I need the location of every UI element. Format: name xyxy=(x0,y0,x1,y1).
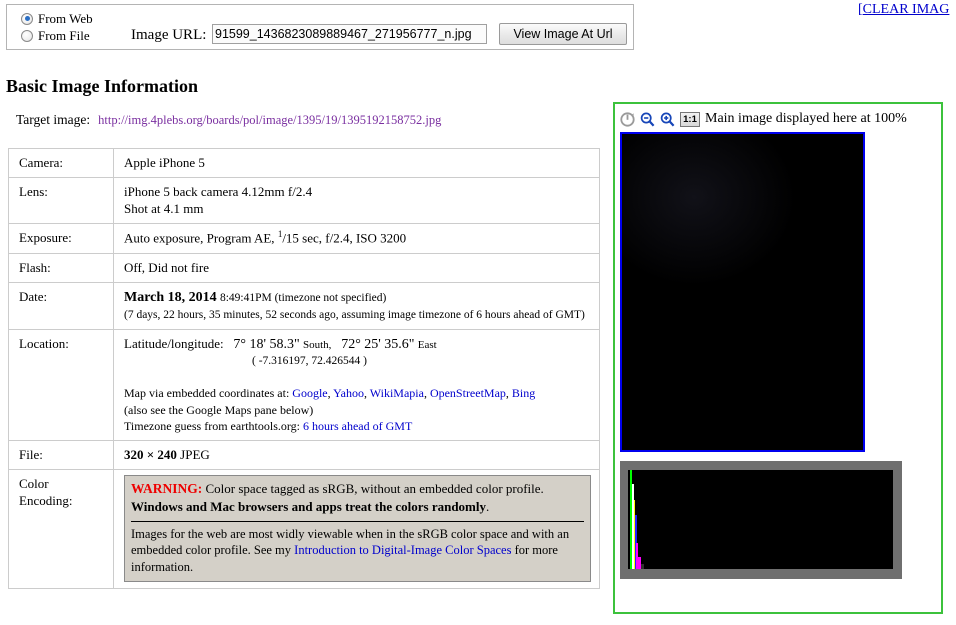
row-key-file: File: xyxy=(8,439,114,471)
exposure-prefix: Auto exposure, Program AE, xyxy=(124,230,275,246)
zoom-out-icon[interactable] xyxy=(639,111,656,128)
longitude-direction: East xyxy=(417,338,437,351)
lens-line-2: Shot at 4.1 mm xyxy=(124,201,204,217)
zoom-one-to-one-button[interactable]: 1:1 xyxy=(680,111,700,127)
main-image-preview[interactable] xyxy=(622,134,863,450)
table-row-file: File: 320 × 240 JPEG xyxy=(8,439,600,471)
map-link-google[interactable]: Google xyxy=(292,386,327,400)
coordinates-block: Latitude/longitude: 7° 18' 58.3" South, … xyxy=(124,335,591,370)
date-text: March 18, 2014 xyxy=(124,290,217,306)
table-row-date: Date: March 18, 2014 8:49:41PM (timezone… xyxy=(8,282,600,330)
row-value-camera: Apple iPhone 5 xyxy=(113,147,600,179)
warning-emphasis: Windows and Mac browsers and apps treat … xyxy=(131,499,486,515)
row-key-color-encoding: Color Encoding: xyxy=(8,469,114,589)
date-time-text: 8:49:41PM (timezone not specified) xyxy=(219,292,387,305)
table-row-camera: Camera: Apple iPhone 5 xyxy=(8,147,600,179)
row-value-color-encoding: WARNING: Color space tagged as sRGB, wit… xyxy=(113,469,600,589)
table-row-lens: Lens: iPhone 5 back camera 4.12mm f/2.4 … xyxy=(8,177,600,225)
row-key-flash: Flash: xyxy=(8,252,114,284)
image-preview-panel: 1:1 Main image displayed here at 100% xyxy=(613,102,943,614)
lens-line-1: iPhone 5 back camera 4.12mm f/2.4 xyxy=(124,184,313,200)
file-format: JPEG xyxy=(180,446,210,462)
table-row-exposure: Exposure: Auto exposure, Program AE, 1/1… xyxy=(8,223,600,254)
zoom-in-icon[interactable] xyxy=(659,111,676,128)
map-pane-note: (also see the Google Maps pane below) xyxy=(124,402,314,417)
warning-label: WARNING: xyxy=(131,481,203,497)
map-links-line: Map via embedded coordinates at: Google,… xyxy=(124,386,536,401)
target-image-label: Target image: xyxy=(16,112,91,127)
row-value-flash: Off, Did not fire xyxy=(113,252,600,284)
row-key-location: Location: xyxy=(8,328,114,441)
map-link-yahoo[interactable]: Yahoo xyxy=(333,386,364,400)
row-value-location: Latitude/longitude: 7° 18' 58.3" South, … xyxy=(113,328,600,441)
row-value-exposure: Auto exposure, Program AE, 1/15 sec, f/2… xyxy=(113,223,600,254)
latlon-label: Latitude/longitude: xyxy=(124,335,224,351)
radio-from-web-label: From Web xyxy=(38,11,93,26)
main-image-preview-frame[interactable] xyxy=(620,132,865,452)
timezone-guess-link[interactable]: 6 hours ahead of GMT xyxy=(303,419,412,433)
histogram-bar xyxy=(640,564,644,569)
color-encoding-key-line-2: Encoding: xyxy=(19,493,73,509)
radio-from-web-mark[interactable] xyxy=(21,12,33,25)
clear-image-link-wrapper: [CLEAR IMAG xyxy=(858,2,949,18)
target-image-url-link[interactable]: http://img.4plebs.org/boards/pol/image/1… xyxy=(98,113,441,127)
image-url-label: Image URL: xyxy=(131,27,207,43)
row-value-date: March 18, 2014 8:49:41PM (timezone not s… xyxy=(113,282,600,330)
target-image-row: Target image: http://img.4plebs.org/board… xyxy=(16,112,441,128)
radio-option-from-file[interactable]: From File xyxy=(21,27,131,44)
preview-caption: Main image displayed here at 100% xyxy=(705,111,907,126)
coordinates-dms-line: Latitude/longitude: 7° 18' 58.3" South, … xyxy=(124,335,591,354)
image-source-bar: From Web From File Image URL: View Image… xyxy=(6,4,634,50)
row-key-date: Date: xyxy=(8,282,114,330)
row-value-lens: iPhone 5 back camera 4.12mm f/2.4 Shot a… xyxy=(113,177,600,225)
table-row-location: Location: Latitude/longitude: 7° 18' 58.… xyxy=(8,328,600,441)
coordinates-decimal: ( -7.316197, 72.426544 ) xyxy=(252,355,367,368)
map-links-block: Map via embedded coordinates at: Google,… xyxy=(124,385,591,434)
reset-rotate-icon[interactable] xyxy=(619,111,636,128)
radio-option-from-web[interactable]: From Web xyxy=(21,10,131,27)
radio-from-file-label: From File xyxy=(38,28,90,43)
row-key-exposure: Exposure: xyxy=(8,223,114,254)
view-image-at-url-button[interactable]: View Image At Url xyxy=(499,23,627,45)
table-row-flash: Flash: Off, Did not fire xyxy=(8,252,600,284)
table-row-color-encoding: Color Encoding: WARNING: Color space tag… xyxy=(8,469,600,589)
file-dimensions: 320 × 240 xyxy=(124,446,177,462)
row-value-file: 320 × 240 JPEG xyxy=(113,439,600,471)
date-relative-text: (7 days, 22 hours, 35 minutes, 52 second… xyxy=(124,308,585,321)
preview-toolbar: 1:1 Main image displayed here at 100% xyxy=(619,109,907,129)
histogram-plot xyxy=(628,470,893,569)
latitude-direction: South, xyxy=(303,338,332,351)
warning-body: Color space tagged as sRGB, without an e… xyxy=(205,481,544,497)
latitude-value: 7° 18' 58.3" xyxy=(233,336,300,352)
timezone-guess-prefix: Timezone guess from earthtools.org: xyxy=(124,418,300,433)
radio-from-file-mark[interactable] xyxy=(21,29,33,42)
row-key-lens: Lens: xyxy=(8,177,114,225)
clear-image-link[interactable]: CLEAR IMAG xyxy=(863,2,950,17)
image-url-input[interactable] xyxy=(212,24,487,44)
page-title: Basic Image Information xyxy=(6,76,198,96)
date-primary-line: March 18, 2014 8:49:41PM (timezone not s… xyxy=(124,288,591,307)
warning-period: . xyxy=(486,499,490,515)
map-link-wikimapia[interactable]: WikiMapia xyxy=(370,386,424,400)
longitude-value: 72° 25' 35.6" xyxy=(341,336,415,352)
basic-image-information-table: Camera: Apple iPhone 5 Lens: iPhone 5 ba… xyxy=(8,147,600,589)
map-link-openstreetmap[interactable]: OpenStreetMap xyxy=(430,386,506,400)
row-key-camera: Camera: xyxy=(8,147,114,179)
color-encoding-warning-text: WARNING: Color space tagged as sRGB, wit… xyxy=(131,480,584,515)
color-encoding-key-line-1: Color xyxy=(19,476,49,492)
timezone-guess-line: Timezone guess from earthtools.org: 6 ho… xyxy=(124,418,591,434)
map-links-prefix: Map via embedded coordinates at: xyxy=(124,386,290,401)
color-encoding-warning-box: WARNING: Color space tagged as sRGB, wit… xyxy=(124,475,591,582)
source-radio-group: From Web From File xyxy=(21,10,131,44)
warning-divider xyxy=(131,520,584,522)
color-spaces-article-link[interactable]: Introduction to Digital-Image Color Spac… xyxy=(294,543,511,557)
color-encoding-body-text: Images for the web are most widly viewab… xyxy=(131,526,584,576)
histogram-frame xyxy=(620,461,902,579)
map-link-bing[interactable]: Bing xyxy=(512,386,535,400)
exposure-rest: /15 sec, f/2.4, ISO 3200 xyxy=(282,230,407,246)
